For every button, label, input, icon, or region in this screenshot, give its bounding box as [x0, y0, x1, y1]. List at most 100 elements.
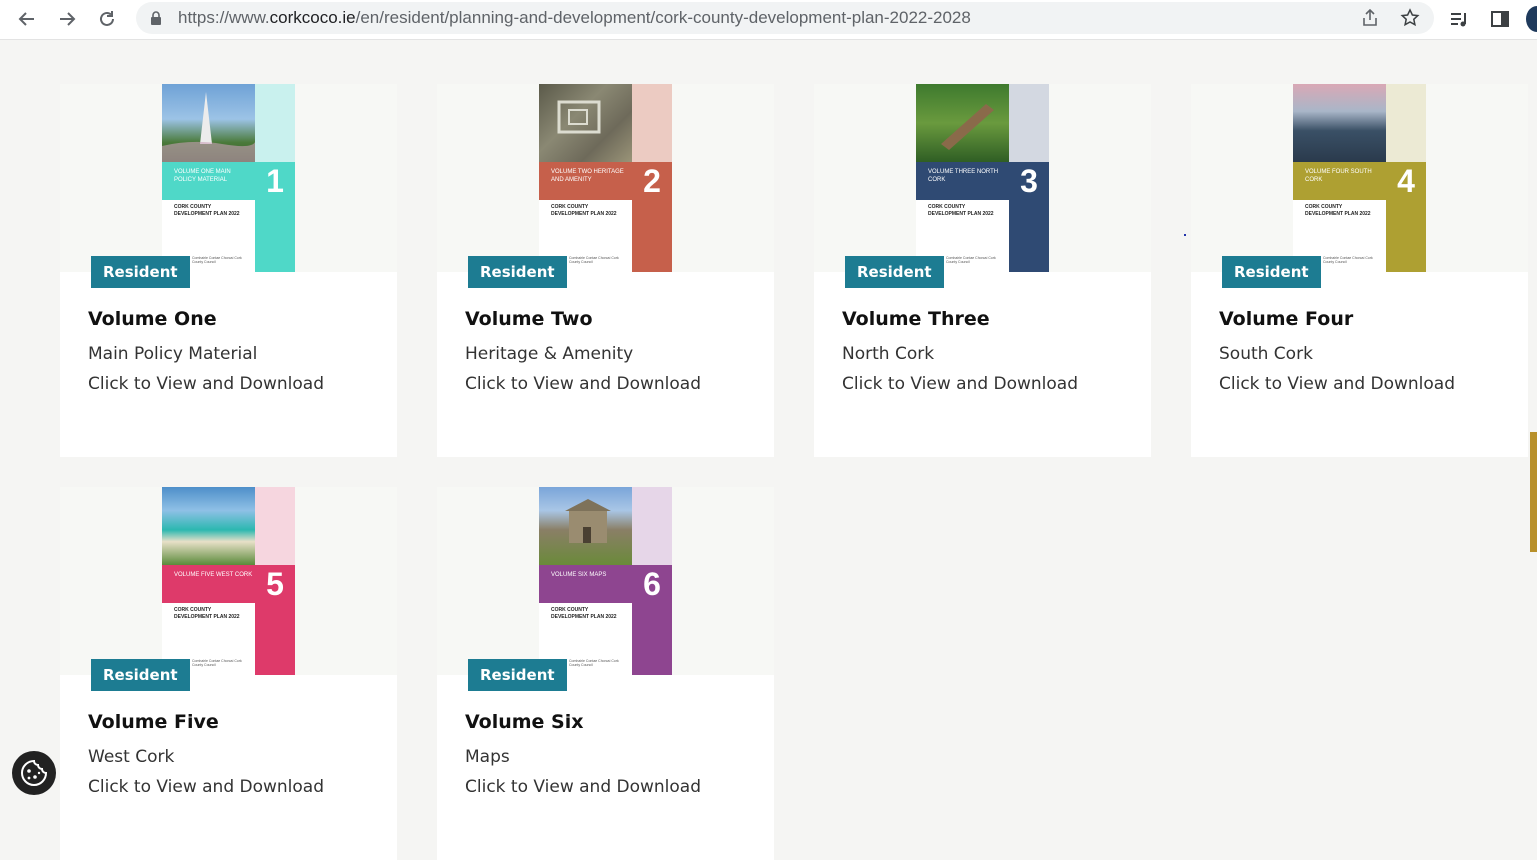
address-bar[interactable]: https://www.corkcoco.ie/en/resident/plan… — [136, 2, 1434, 34]
cover-color-block — [1009, 200, 1049, 272]
cover-number: 4 — [1386, 162, 1426, 200]
cover-plan-text: Cork County Development Plan 2022 — [174, 204, 240, 217]
view-download-link[interactable]: Click to View and Download — [842, 374, 1078, 394]
side-panel-icon[interactable] — [1488, 7, 1512, 31]
cover-area: Volume Two Heritage and Amenity 2 Cork C… — [437, 84, 774, 272]
category-badge[interactable]: Resident — [468, 659, 567, 691]
cover-plan-text: Cork County Development Plan 2022 — [928, 204, 994, 217]
cover-logo-text: Comhairle Contae Chorcaí Cork County Cou… — [192, 256, 242, 264]
cover-photo — [162, 84, 255, 162]
forward-arrow-icon[interactable] — [54, 6, 80, 32]
category-badge[interactable]: Resident — [91, 659, 190, 691]
cover-logo-text: Comhairle Contae Chorcaí Cork County Cou… — [946, 256, 996, 264]
lock-icon — [151, 11, 161, 25]
card-subtitle: South Cork — [1219, 344, 1313, 364]
cover-number: 3 — [1009, 162, 1049, 200]
side-accent-tab[interactable] — [1530, 432, 1537, 552]
url-host: corkcoco.ie — [269, 8, 356, 27]
back-arrow-icon[interactable] — [14, 6, 40, 32]
cover-light-block — [632, 487, 672, 565]
cover-band-text: Volume Six Maps — [551, 572, 607, 578]
view-download-link[interactable]: Click to View and Download — [465, 777, 701, 797]
volume-card-1[interactable]: Volume One Main Policy Material 1 Cork C… — [60, 84, 397, 457]
category-badge[interactable]: Resident — [91, 256, 190, 288]
url-text[interactable]: https://www.corkcoco.ie/en/resident/plan… — [178, 8, 971, 28]
cover-color-block — [1386, 200, 1426, 272]
reload-icon[interactable] — [94, 6, 120, 32]
page-content: Volume One Main Policy Material 1 Cork C… — [0, 41, 1537, 860]
browser-toolbar: https://www.corkcoco.ie/en/resident/plan… — [0, 0, 1537, 40]
cover-logo-text: Comhairle Contae Chorcaí Cork County Cou… — [1323, 256, 1373, 264]
volume-card-2[interactable]: Volume Two Heritage and Amenity 2 Cork C… — [437, 84, 774, 457]
volume-card-4[interactable]: Volume Four South Cork 4 Cork County Dev… — [1191, 84, 1528, 457]
volume-cover-image[interactable]: Volume One Main Policy Material 1 Cork C… — [162, 84, 295, 272]
cover-band-text: Volume Two Heritage and Amenity — [551, 169, 624, 183]
cover-light-block — [1386, 84, 1426, 162]
card-subtitle: North Cork — [842, 344, 935, 364]
url-path: /en/resident/planning-and-development/co… — [355, 8, 971, 27]
cover-photo — [162, 487, 255, 565]
cover-number: 5 — [255, 565, 295, 603]
card-title[interactable]: Volume Four — [1219, 308, 1353, 330]
category-badge[interactable]: Resident — [845, 256, 944, 288]
star-icon[interactable] — [1398, 6, 1422, 30]
cover-photo — [539, 84, 632, 162]
volume-card-5[interactable]: Volume Five West Cork 5 Cork County Deve… — [60, 487, 397, 860]
cover-logo-text: Comhairle Contae Chorcaí Cork County Cou… — [569, 256, 619, 264]
view-download-link[interactable]: Click to View and Download — [465, 374, 701, 394]
card-subtitle: Main Policy Material — [88, 344, 258, 364]
cover-photo — [1293, 84, 1386, 162]
cover-logo-text: Comhairle Contae Chorcaí Cork County Cou… — [569, 659, 619, 667]
view-download-link[interactable]: Click to View and Download — [1219, 374, 1455, 394]
volume-cover-image[interactable]: Volume Four South Cork 4 Cork County Dev… — [1293, 84, 1426, 272]
category-badge[interactable]: Resident — [468, 256, 567, 288]
view-download-link[interactable]: Click to View and Download — [88, 374, 324, 394]
cover-area: Volume Three North Cork 3 Cork County De… — [814, 84, 1151, 272]
category-badge[interactable]: Resident — [1222, 256, 1321, 288]
cover-light-block — [632, 84, 672, 162]
card-title[interactable]: Volume Three — [842, 308, 990, 330]
volume-cover-image[interactable]: Volume Three North Cork 3 Cork County De… — [916, 84, 1049, 272]
cover-band-text: Volume Three North Cork — [928, 169, 999, 183]
cookie-icon — [21, 759, 48, 786]
cover-light-block — [255, 487, 295, 565]
cover-plan-text: Cork County Development Plan 2022 — [551, 607, 617, 620]
cover-plan-text: Cork County Development Plan 2022 — [1305, 204, 1371, 217]
cover-color-block — [632, 603, 672, 675]
url-prefix: https://www. — [178, 8, 270, 27]
volume-cover-image[interactable]: Volume Five West Cork 5 Cork County Deve… — [162, 487, 295, 675]
cover-area: Volume Four South Cork 4 Cork County Dev… — [1191, 84, 1528, 272]
cover-plan-text: Cork County Development Plan 2022 — [551, 204, 617, 217]
share-icon[interactable] — [1358, 6, 1382, 30]
cover-color-block — [255, 200, 295, 272]
cover-plan-text: Cork County Development Plan 2022 — [174, 607, 240, 620]
volume-cover-image[interactable]: Volume Two Heritage and Amenity 2 Cork C… — [539, 84, 672, 272]
card-subtitle: West Cork — [88, 747, 175, 767]
card-subtitle: Maps — [465, 747, 510, 767]
reading-list-icon[interactable] — [1448, 7, 1472, 31]
volume-cover-image[interactable]: Volume Six Maps 6 Cork County Developmen… — [539, 487, 672, 675]
volume-card-6[interactable]: Volume Six Maps 6 Cork County Developmen… — [437, 487, 774, 860]
profile-avatar[interactable] — [1526, 6, 1537, 32]
view-download-link[interactable]: Click to View and Download — [88, 777, 324, 797]
card-title[interactable]: Volume Two — [465, 308, 593, 330]
cover-area: Volume Six Maps 6 Cork County Developmen… — [437, 487, 774, 675]
cover-area: Volume One Main Policy Material 1 Cork C… — [60, 84, 397, 272]
cover-band-text: Volume Five West Cork — [174, 572, 253, 578]
stray-pixel — [1184, 234, 1186, 236]
cover-number: 6 — [632, 565, 672, 603]
cover-number: 1 — [255, 162, 295, 200]
card-subtitle: Heritage & Amenity — [465, 344, 634, 364]
cookie-settings-button[interactable] — [12, 751, 56, 795]
cover-light-block — [1009, 84, 1049, 162]
cover-light-block — [255, 84, 295, 162]
card-title[interactable]: Volume Six — [465, 711, 584, 733]
cover-area: Volume Five West Cork 5 Cork County Deve… — [60, 487, 397, 675]
card-title[interactable]: Volume One — [88, 308, 217, 330]
volume-card-3[interactable]: Volume Three North Cork 3 Cork County De… — [814, 84, 1151, 457]
cover-color-block — [632, 200, 672, 272]
cover-photo — [916, 84, 1009, 162]
cover-band-text: Volume One Main Policy Material — [174, 169, 231, 183]
cover-band-text: Volume Four South Cork — [1305, 169, 1372, 183]
card-title[interactable]: Volume Five — [88, 711, 219, 733]
